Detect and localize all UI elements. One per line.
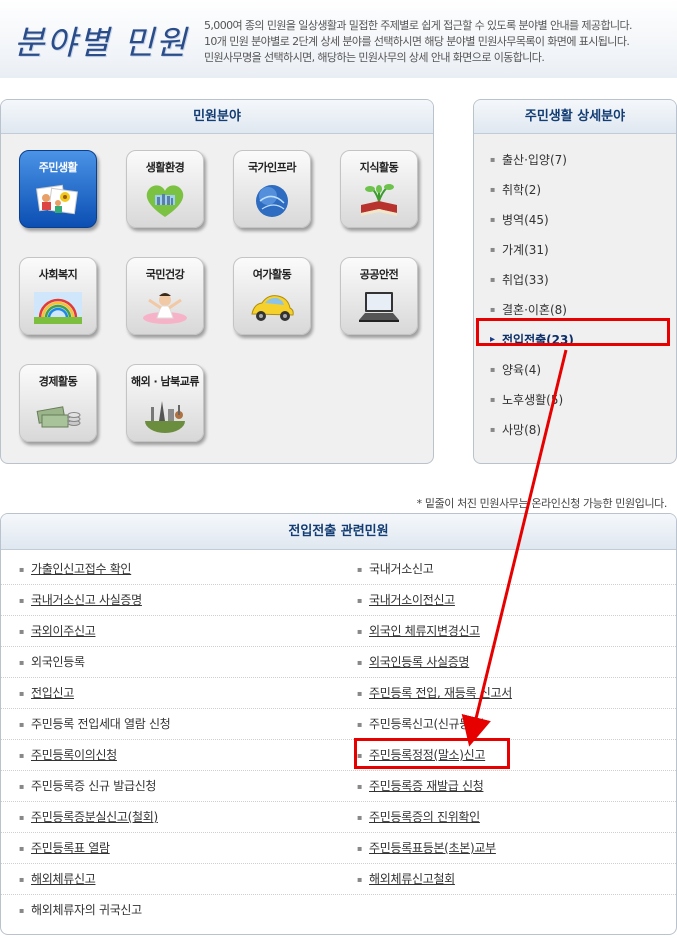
related-service-row: 국외이주신고 외국인 체류지변경신고 [1, 616, 676, 647]
category-tile-public-health[interactable]: 국민건강 [126, 257, 204, 335]
subcategory-item[interactable]: 취업(33) [490, 265, 676, 295]
related-services-title: 전입전출 관련민원 [1, 514, 676, 550]
related-service-row: 전입신고 주민등록 전입, 재등록 신고서 [1, 678, 676, 709]
related-service-link[interactable]: 전입신고 [19, 678, 74, 709]
category-tile-national-infra[interactable]: 국가인프라 [233, 150, 311, 228]
related-service-link[interactable]: 가출인신고접수 확인 [19, 554, 131, 585]
category-tile-resident-life[interactable]: 주민생활 [19, 150, 97, 228]
yellow-car-icon [251, 295, 294, 321]
book-plant-icon [361, 184, 397, 216]
category-label: 사회복지 [38, 268, 78, 281]
laptop-icon [359, 292, 399, 322]
healthy-person-icon [143, 293, 187, 324]
world-landmarks-icon [145, 401, 185, 433]
page-title: 분야별 민원 [14, 23, 189, 62]
related-service-text: 해외체류자의 귀국신고 [19, 895, 142, 926]
related-service-link[interactable]: 국외이주신고 [19, 616, 96, 647]
related-service-text: 주민등록신고(신규등록) [357, 709, 485, 740]
money-coins-icon [36, 406, 81, 428]
subcategory-panel-title: 주민생활 상세분야 [474, 100, 676, 134]
rainbow-icon [34, 292, 82, 324]
category-panel-title: 민원분야 [1, 100, 433, 134]
related-service-link[interactable]: 해외체류신고 [19, 864, 96, 895]
related-services-panel: 전입전출 관련민원 가출인신고접수 확인국내거소신고국내거소신고 사실증명국내거… [0, 513, 677, 935]
related-service-text: 주민등록증 신규 발급신청 [19, 771, 156, 802]
subcategory-item[interactable]: 노후생활(5) [490, 385, 676, 415]
subcategory-item[interactable]: 출산·입양(7) [490, 145, 676, 175]
related-service-link[interactable]: 국내거소신고 사실증명 [19, 585, 142, 616]
category-tile-leisure[interactable]: 여가활동 [233, 257, 311, 335]
category-label: 해외 · 남북교류 [130, 375, 200, 388]
family-photo-icon [36, 184, 78, 215]
category-tile-economy[interactable]: 경제활동 [19, 364, 97, 442]
related-service-link[interactable]: 외국인등록 사실증명 [357, 647, 469, 678]
related-service-link[interactable]: 외국인 체류지변경신고 [357, 616, 480, 647]
related-service-link[interactable]: 주민등록증 재발급 신청 [357, 771, 484, 802]
related-service-text: 주민등록 전입세대 열람 신청 [19, 709, 171, 740]
online-application-note: * 밑줄이 처진 민원사무는 온라인신청 가능한 민원입니다. [416, 497, 668, 510]
related-service-link[interactable]: 주민등록증분실신고(철회) [19, 802, 158, 833]
related-service-link[interactable]: 국내거소이전신고 [357, 585, 455, 616]
category-tile-social-welfare[interactable]: 사회복지 [19, 257, 97, 335]
related-service-row: 주민등록이의신청주민등록정정(말소)신고 [1, 740, 676, 771]
related-service-link[interactable]: 주민등록표 열람 [19, 833, 110, 864]
category-panel: 민원분야 주민생활 생활환경 국가인프라 지식활동 사회복지 국민건강 여가활동… [0, 99, 434, 464]
category-label: 주민생활 [38, 161, 78, 174]
category-tile-living-environment[interactable]: 생활환경 [126, 150, 204, 228]
globe-icon [256, 185, 288, 217]
subcategory-item[interactable]: 양육(4) [490, 355, 676, 385]
related-service-row: 주민등록표 열람 주민등록표등본(초본)교부 [1, 833, 676, 864]
category-label: 여가활동 [252, 268, 292, 281]
subcategory-item[interactable]: 취학(2) [490, 175, 676, 205]
subcategory-list: 출산·입양(7) 취학(2) 병역(45) 가계(31) 취업(33) 결혼·이… [474, 134, 676, 445]
subcategory-item[interactable]: 가계(31) [490, 235, 676, 265]
category-tile-public-safety[interactable]: 공공안전 [340, 257, 418, 335]
category-label: 국민건강 [145, 268, 185, 281]
category-tile-knowledge[interactable]: 지식활동 [340, 150, 418, 228]
related-service-row: 외국인등록 외국인등록 사실증명 [1, 647, 676, 678]
subcategory-item[interactable]: 병역(45) [490, 205, 676, 235]
target-service-highlight-box [354, 738, 510, 769]
category-label: 생활환경 [145, 161, 185, 174]
page-header: 분야별 민원 5,000여 종의 민원을 일상생활과 밀접한 주제별로 쉽게 접… [0, 0, 677, 78]
related-services-list: 가출인신고접수 확인국내거소신고국내거소신고 사실증명국내거소이전신고국외이주신… [1, 554, 676, 926]
related-service-link[interactable]: 주민등록증의 진위확인 [357, 802, 480, 833]
related-service-row: 가출인신고접수 확인 국내거소신고 [1, 554, 676, 585]
category-label: 공공안전 [359, 268, 399, 281]
description-line: 10개 민원 분야별로 2단계 상세 분야를 선택하시면 해당 분야별 민원사무… [204, 35, 630, 48]
category-label: 지식활동 [359, 161, 399, 174]
related-service-row: 해외체류신고 해외체류신고철회 [1, 864, 676, 895]
category-tile-overseas-exchange[interactable]: 해외 · 남북교류 [126, 364, 204, 442]
category-label: 경제활동 [38, 375, 78, 388]
related-service-row: 주민등록증분실신고(철회) 주민등록증의 진위확인 [1, 802, 676, 833]
related-service-row: 국내거소신고 사실증명 국내거소이전신고 [1, 585, 676, 616]
related-service-row: 주민등록 전입세대 열람 신청 주민등록신고(신규등록) [1, 709, 676, 740]
selected-subcategory-highlight-box [476, 318, 670, 346]
category-label: 국가인프라 [247, 161, 297, 174]
related-service-link[interactable]: 주민등록 전입, 재등록 신고서 [357, 678, 512, 709]
related-service-text: 국내거소신고 [357, 554, 434, 585]
related-service-row: 해외체류자의 귀국신고 [1, 895, 676, 926]
related-service-link[interactable]: 주민등록이의신청 [19, 740, 117, 771]
related-service-link[interactable]: 주민등록표등본(초본)교부 [357, 833, 496, 864]
related-service-row: 주민등록증 신규 발급신청 주민등록증 재발급 신청 [1, 771, 676, 802]
description-line: 민원사무명을 선택하시면, 해당하는 민원사무의 상세 안내 화면으로 이동합니… [204, 51, 545, 64]
subcategory-item[interactable]: 사망(8) [490, 415, 676, 445]
related-service-link[interactable]: 해외체류신고철회 [357, 864, 455, 895]
heart-city-icon [146, 185, 184, 217]
description-line: 5,000여 종의 민원을 일상생활과 밀접한 주제별로 쉽게 접근할 수 있도… [204, 19, 633, 32]
page-description: 5,000여 종의 민원을 일상생활과 밀접한 주제별로 쉽게 접근할 수 있도… [204, 18, 674, 66]
related-service-text: 외국인등록 [19, 647, 85, 678]
subcategory-panel: 주민생활 상세분야 출산·입양(7) 취학(2) 병역(45) 가계(31) 취… [473, 99, 677, 464]
